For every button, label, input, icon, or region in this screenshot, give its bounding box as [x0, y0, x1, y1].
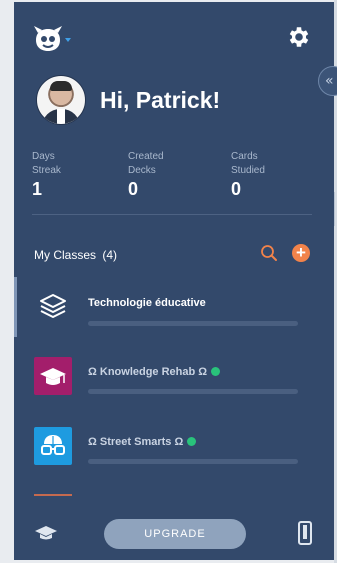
class-name-row: Ω Street Smarts Ω	[88, 436, 197, 448]
plus-icon: +	[296, 243, 306, 262]
verified-check-icon	[187, 436, 197, 446]
class-name: Ω Knowledge Rehab Ω	[88, 366, 208, 378]
footer-bar: UPGRADE	[14, 509, 334, 560]
class-name: Ω Street Smarts Ω	[88, 436, 184, 448]
stat-value: 1	[32, 179, 43, 199]
graduation-cap-icon	[34, 357, 72, 395]
stat-value: 0	[128, 179, 139, 199]
class-name: Technologie éducative	[88, 297, 206, 309]
layers-icon	[34, 287, 72, 325]
add-class-button[interactable]: +	[292, 244, 310, 262]
gear-icon[interactable]	[286, 24, 312, 50]
phone-icon[interactable]	[298, 521, 312, 545]
class-name-row: Ω Knowledge Rehab Ω	[88, 366, 221, 378]
stat-cards-studied: Cards Studied 0	[231, 150, 311, 199]
my-classes-title: My Classes	[34, 248, 97, 262]
avatar[interactable]	[36, 75, 86, 125]
greeting-text: Hi, Patrick!	[100, 87, 221, 113]
divider	[32, 214, 312, 215]
graduation-cap-icon[interactable]	[34, 525, 58, 541]
class-progress-bar	[88, 321, 298, 326]
upgrade-button[interactable]: UPGRADE	[104, 519, 246, 549]
class-item-technologie[interactable]: Technologie éducative	[14, 277, 334, 337]
class-item-street-smarts[interactable]: Ω Street Smarts Ω	[14, 417, 334, 477]
verified-check-icon	[211, 366, 221, 376]
sidebar-panel: Hi, Patrick! Days Streak 1 Created Decks…	[14, 2, 334, 560]
chevron-double-left-icon: «	[325, 73, 334, 89]
stat-value: 0	[231, 179, 242, 199]
stat-label: Days Streak	[32, 151, 61, 176]
stat-created-decks: Created Decks 0	[128, 150, 208, 199]
class-item-knowledge-rehab[interactable]: Ω Knowledge Rehab Ω	[14, 347, 334, 407]
class-progress-bar	[88, 459, 298, 464]
brain-glasses-icon	[34, 427, 72, 465]
search-icon[interactable]	[260, 244, 278, 262]
stat-label: Cards Studied	[231, 151, 265, 176]
class-item-partial	[34, 494, 72, 496]
stat-label: Created Decks	[128, 151, 164, 176]
monster-logo-icon[interactable]	[32, 24, 76, 56]
active-indicator	[14, 277, 17, 337]
my-classes-count: (4)	[102, 248, 118, 262]
my-classes-heading: My Classes (4)	[34, 248, 117, 262]
chevron-down-icon	[65, 38, 71, 42]
class-progress-bar	[88, 389, 298, 394]
stat-days-streak: Days Streak 1	[32, 150, 112, 199]
